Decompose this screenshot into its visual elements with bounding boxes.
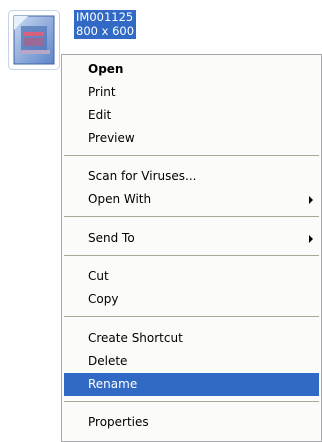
submenu-arrow-icon: [309, 196, 313, 204]
menu-item-create-shortcut[interactable]: Create Shortcut: [64, 327, 319, 350]
menu-item-send-to[interactable]: Send To: [64, 227, 319, 250]
menu-item-open-with-label: Open With: [88, 192, 152, 206]
menu-separator: [64, 255, 319, 256]
menu-item-scan-for-viruses[interactable]: Scan for Viruses...: [64, 165, 319, 188]
menu-item-delete[interactable]: Delete: [64, 350, 319, 373]
menu-item-rename[interactable]: Rename: [64, 373, 319, 396]
image-thumbnail-icon: [8, 10, 60, 70]
menu-item-cut[interactable]: Cut: [64, 265, 319, 288]
menu-item-open[interactable]: Open: [64, 58, 319, 81]
menu-item-send-to-label: Send To: [88, 231, 135, 245]
menu-separator: [64, 155, 319, 156]
image-file-icon[interactable]: [8, 10, 60, 70]
context-menu: Open Print Edit Preview Scan for Viruses…: [61, 54, 322, 442]
menu-item-print[interactable]: Print: [64, 81, 319, 104]
file-name: IM001125: [76, 10, 134, 24]
menu-separator: [64, 401, 319, 402]
menu-separator: [64, 216, 319, 217]
menu-item-preview[interactable]: Preview: [64, 127, 319, 150]
menu-item-properties[interactable]: Properties: [64, 411, 319, 434]
menu-item-edit[interactable]: Edit: [64, 104, 319, 127]
file-dimensions: 800 x 600: [76, 24, 135, 38]
menu-item-copy[interactable]: Copy: [64, 288, 319, 311]
menu-separator: [64, 316, 319, 317]
menu-item-open-with[interactable]: Open With: [64, 188, 319, 211]
file-name-label[interactable]: IM001125 800 x 600: [74, 10, 137, 39]
submenu-arrow-icon: [309, 235, 313, 243]
